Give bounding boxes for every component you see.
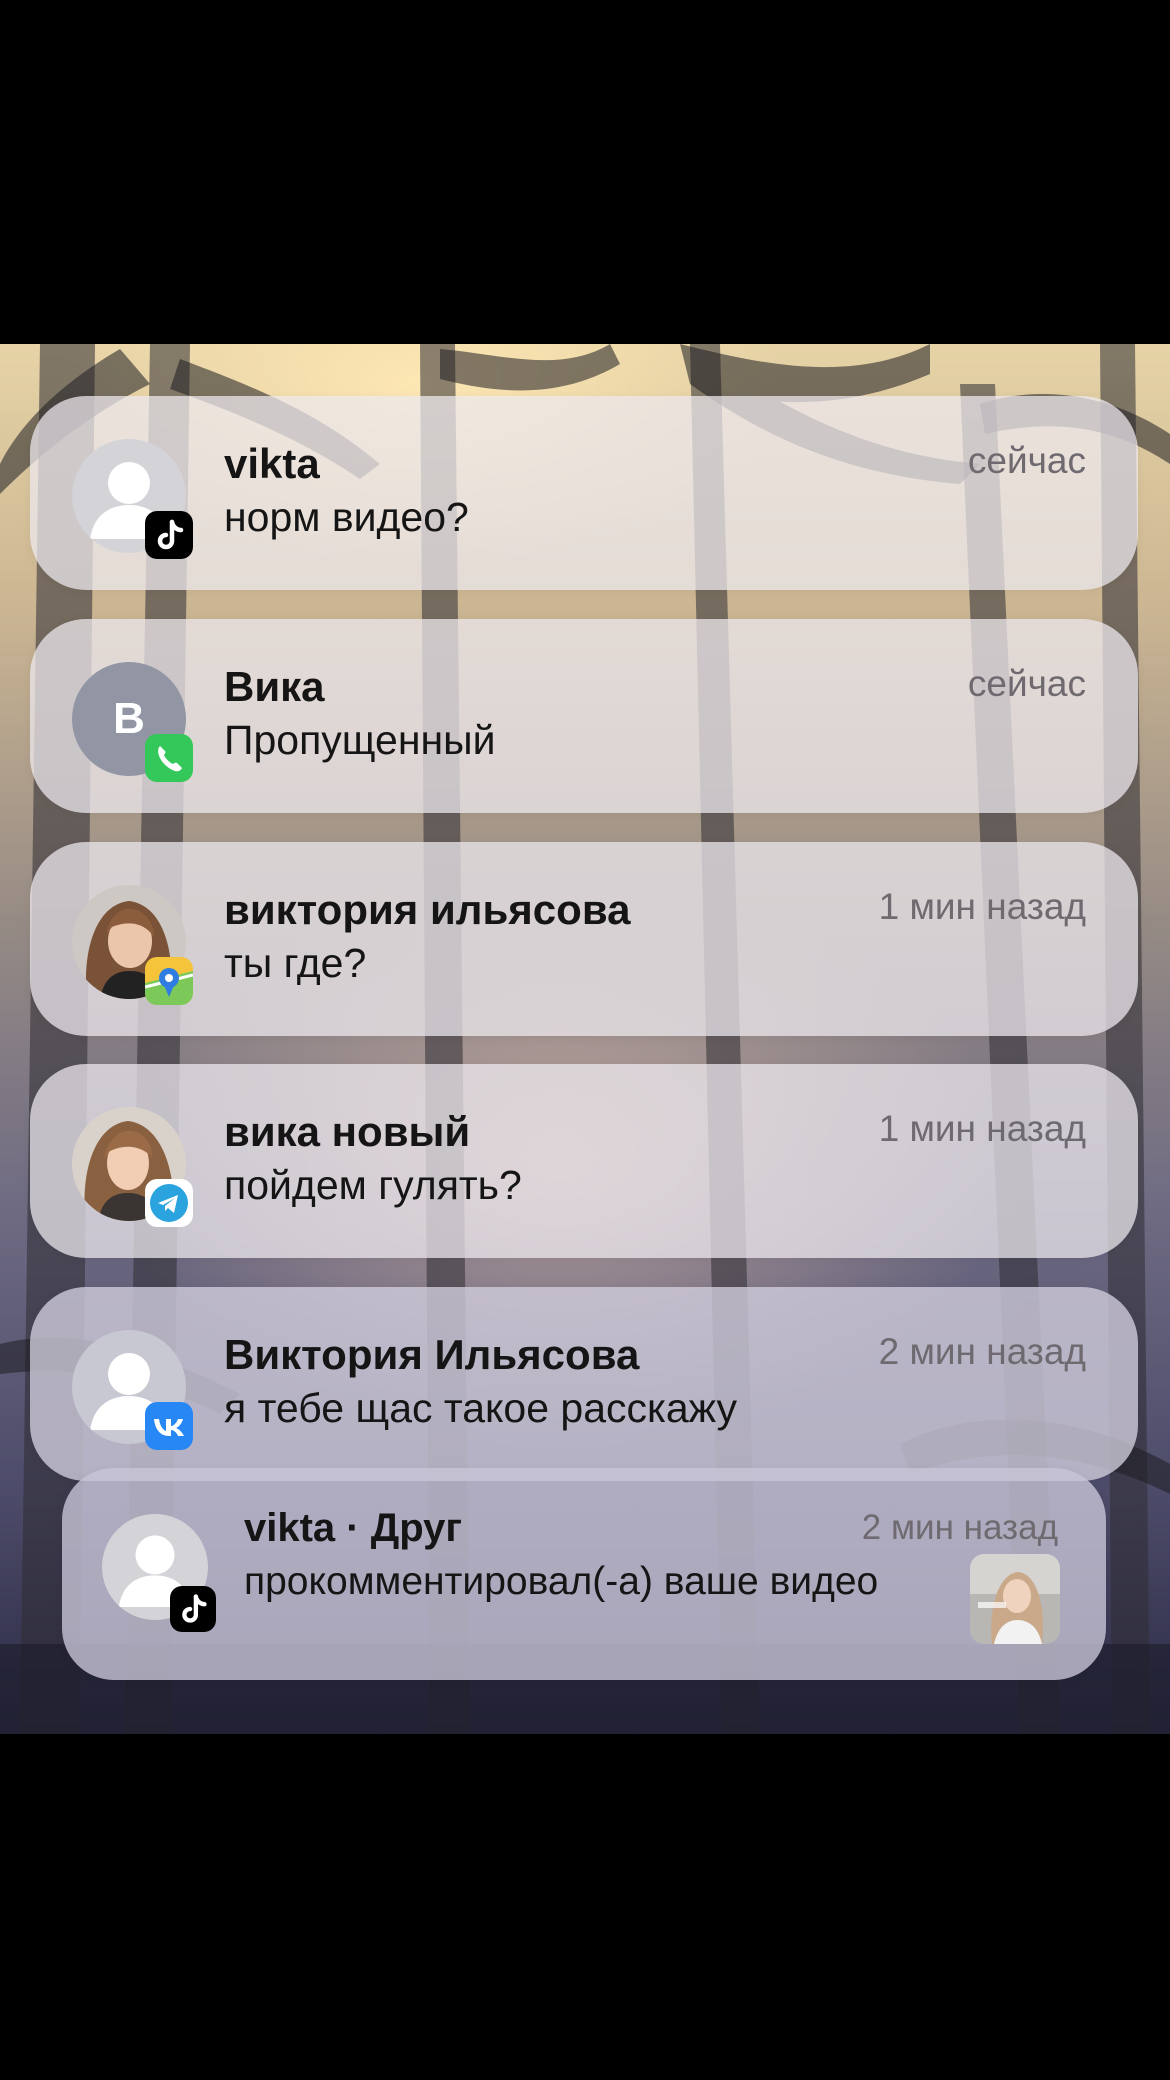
tiktok-icon: [145, 511, 193, 559]
telegram-icon: [145, 1179, 193, 1227]
notification-card[interactable]: Виктория Ильясова 2 мин назад я тебе щас…: [30, 1287, 1138, 1481]
top-black-band: [0, 0, 1170, 344]
notification-card[interactable]: вика новый 1 мин назад пойдем гулять?: [30, 1064, 1138, 1258]
maps-icon: [145, 957, 193, 1005]
notification-body: ты где?: [224, 940, 367, 986]
notification-title: виктория ильясова: [224, 886, 631, 933]
notification-title: Виктория Ильясова: [224, 1331, 640, 1378]
notification-time: 2 мин назад: [861, 1508, 1058, 1547]
notification-title: Вика: [224, 663, 325, 710]
video-thumbnail: [970, 1554, 1060, 1644]
notification-card[interactable]: vikta · Друг 2 мин назад прокомментирова…: [62, 1468, 1106, 1680]
notification-title: vikta: [224, 440, 320, 487]
notification-body: пойдем гулять?: [224, 1162, 522, 1208]
notification-time: 1 мин назад: [878, 1108, 1086, 1149]
notification-time: сейчас: [967, 663, 1086, 704]
notification-time: 2 мин назад: [878, 1331, 1086, 1372]
notification-title: vikta · Друг: [244, 1506, 463, 1550]
notification-card[interactable]: виктория ильясова 1 мин назад ты где?: [30, 842, 1138, 1036]
notification-card[interactable]: vikta сейчас норм видео?: [30, 396, 1138, 590]
notification-time: 1 мин назад: [878, 886, 1086, 927]
notification-title: вика новый: [224, 1108, 471, 1155]
bottom-black-band: [0, 1734, 1170, 2080]
phone-icon: [145, 734, 193, 782]
notification-body: я тебе щас такое расскажу: [224, 1385, 738, 1431]
notification-card[interactable]: В Вика сейчас Пропущенный: [30, 619, 1138, 813]
notification-time: сейчас: [967, 440, 1086, 481]
vk-icon: [145, 1402, 193, 1450]
notification-body: норм видео?: [224, 494, 469, 540]
notification-body: прокомментировал(-а) ваше видео: [244, 1560, 879, 1603]
notification-body: Пропущенный: [224, 717, 496, 763]
tiktok-icon: [170, 1586, 216, 1632]
